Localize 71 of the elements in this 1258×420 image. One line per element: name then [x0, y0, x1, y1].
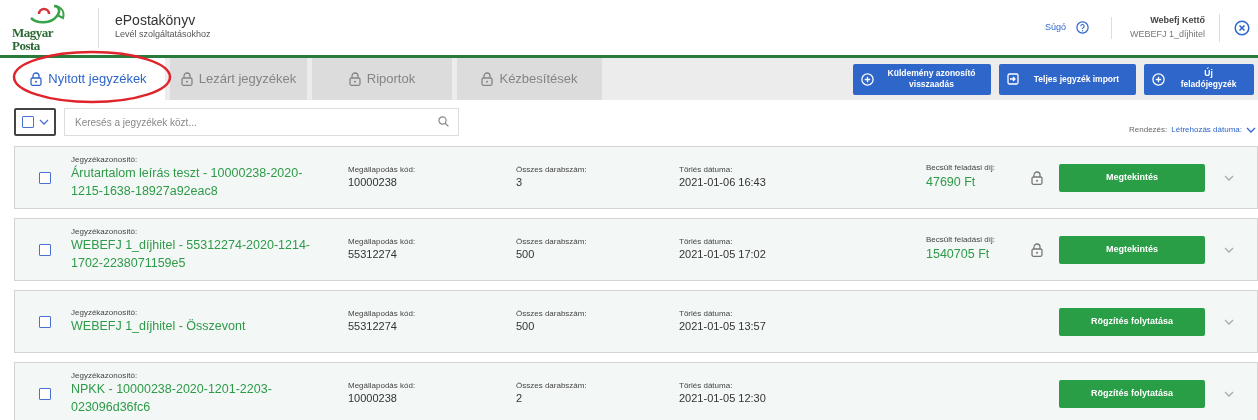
field-label: Becsült feladási díj:	[926, 235, 996, 245]
field-value: 500	[516, 318, 536, 334]
field-label: Törlés dátuma:	[679, 237, 734, 247]
action-button[interactable]: Új feladójegyzék	[1144, 63, 1254, 95]
field-label: Megállapodás kód:	[348, 165, 417, 175]
field-value: 3	[516, 174, 524, 190]
help-link[interactable]: Súgó	[1044, 20, 1066, 35]
row-action-button[interactable]: Rögzítés folytatása	[1059, 307, 1205, 336]
close-icon[interactable]	[1234, 19, 1250, 36]
field-value: 2021-01-06 16:43	[679, 174, 767, 190]
chevron-down-icon	[38, 119, 49, 125]
field-value: 2	[516, 390, 524, 406]
lock-icon	[30, 72, 43, 86]
sort-dropdown[interactable]: Létrehozás dátuma:	[1171, 124, 1256, 136]
field-label: Becsült feladási díj:	[926, 163, 996, 173]
field-label: Összes darabszám:	[516, 237, 588, 247]
checkbox[interactable]	[39, 387, 51, 400]
search-icon	[438, 116, 449, 127]
field-label: Összes darabszám:	[516, 165, 588, 175]
field-value: 55312274	[348, 318, 398, 334]
field-label: Összes darabszám:	[516, 309, 588, 319]
field-value: 10000238	[348, 390, 398, 406]
field-label: Jegyzékazonosító:	[71, 307, 139, 318]
field-label: Törlés dátuma:	[679, 165, 734, 175]
tab[interactable]: Nyitott jegyzékek	[12, 58, 165, 100]
plus-icon	[1152, 72, 1165, 86]
checkbox[interactable]	[21, 116, 34, 128]
search-field[interactable]: Keresés a jegyzékek közt...	[64, 108, 459, 136]
field-label: Törlés dátuma:	[679, 309, 734, 319]
field-value: 55312274	[348, 246, 398, 262]
field-value: 10000238	[348, 174, 398, 190]
field-value: 2021-01-05 13:57	[679, 318, 767, 334]
checkbox[interactable]	[39, 315, 51, 328]
list-id-link[interactable]: WEBEFJ 1_díjhitel - 55312274-2020-1214-1702-2238071159e5	[71, 236, 316, 273]
lock-icon	[180, 72, 193, 86]
checkbox[interactable]	[39, 171, 51, 184]
field-label: Megállapodás kód:	[348, 237, 417, 247]
field-label: Megállapodás kód:	[348, 309, 417, 319]
field-value: 2021-01-05 12:30	[679, 390, 767, 406]
row-action-button[interactable]: Megtekintés	[1059, 235, 1205, 264]
user-account: WEBEFJ 1_díjhitel	[1129, 27, 1205, 41]
chevron-down-icon	[1246, 127, 1256, 133]
select-all-dropdown[interactable]	[14, 108, 56, 136]
row-action-button[interactable]: Rögzítés folytatása	[1059, 379, 1205, 408]
field-value: 500	[516, 246, 536, 262]
logo-text: Magyar Posta	[12, 25, 55, 52]
lock-icon	[481, 72, 494, 86]
list-id-link[interactable]: Árutartalom leírás teszt - 10000238-2020-1215-1638-18927a92eac8	[71, 164, 316, 201]
field-label: Jegyzékazonosító:	[71, 226, 139, 237]
field-value: 2021-01-05 17:02	[679, 246, 767, 262]
list-id-link[interactable]: WEBEFJ 1_díjhitel - Összevont	[71, 317, 316, 336]
app-title: ePostakönyv	[115, 13, 197, 29]
field-value: 47690 Ft	[926, 173, 977, 191]
lock-icon	[348, 72, 361, 86]
user-name: Webefj Kettő	[1149, 14, 1205, 27]
field-value: 1540705 Ft	[926, 245, 991, 263]
field-label: Törlés dátuma:	[679, 381, 734, 391]
checkbox[interactable]	[39, 243, 51, 256]
field-label: Jegyzékazonosító:	[71, 370, 139, 381]
sort-label: Rendezés:	[1129, 124, 1168, 136]
action-button[interactable]: Teljes jegyzék import	[999, 63, 1136, 95]
field-label: Megállapodás kód:	[348, 381, 417, 391]
plus-icon	[861, 72, 874, 86]
row-action-button[interactable]: Megtekintés	[1059, 163, 1205, 192]
import-icon	[1007, 73, 1019, 85]
list-id-link[interactable]: NPKK - 10000238-2020-1201-2203-023096d36fc6	[71, 380, 316, 417]
action-button[interactable]: Küldemény azonosító visszaadás	[853, 63, 991, 95]
field-label: Jegyzékazonosító:	[71, 154, 139, 165]
help-icon[interactable]	[1075, 21, 1089, 34]
field-label: Összes darabszám:	[516, 381, 588, 391]
app-subtitle: Levél szolgáltatásokhoz	[115, 28, 211, 42]
